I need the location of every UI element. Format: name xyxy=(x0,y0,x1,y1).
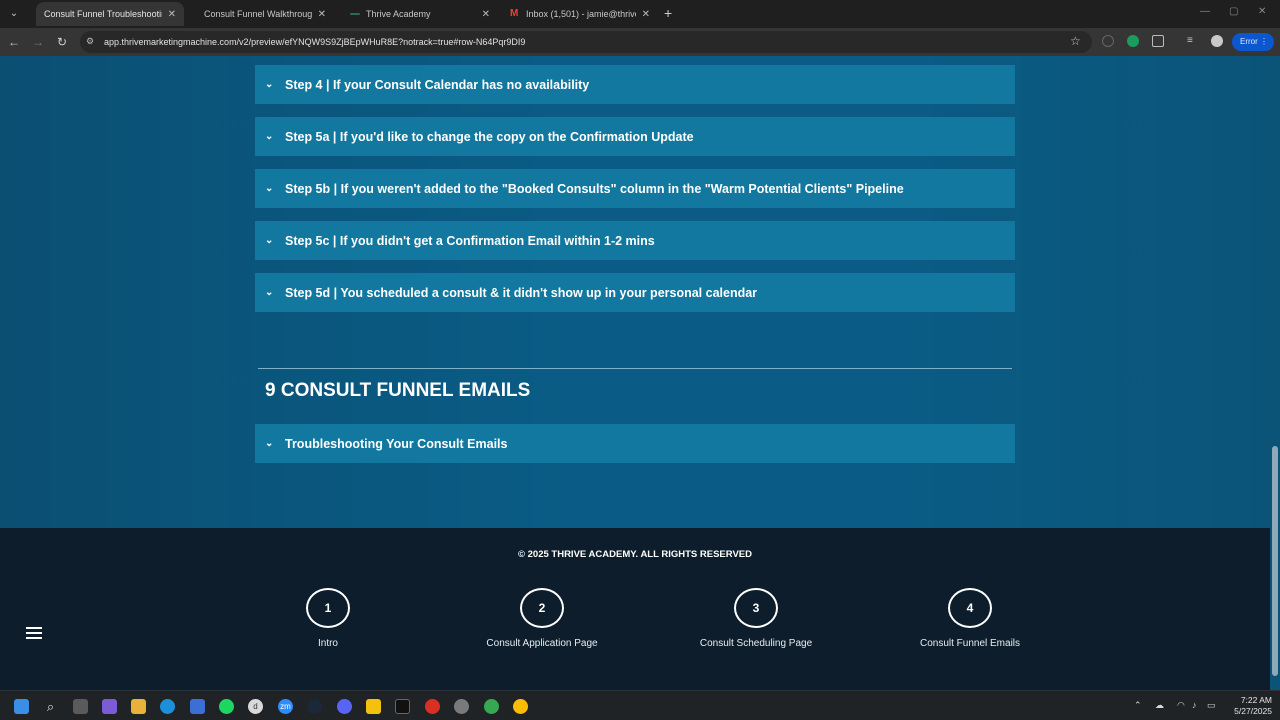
reading-list-icon[interactable]: ≡ xyxy=(1187,35,1199,47)
step-label: Consult Scheduling Page xyxy=(699,638,813,649)
steam-icon[interactable] xyxy=(307,699,322,714)
section-title: 9 CONSULT FUNNEL EMAILS xyxy=(265,380,531,401)
close-tab-icon[interactable]: ✕ xyxy=(482,9,490,20)
tab-search-icon[interactable]: ⌄ xyxy=(6,6,22,22)
step-label: Consult Application Page xyxy=(486,638,598,649)
accordion-label: Step 5a | If you'd like to change the co… xyxy=(285,129,694,144)
profile-avatar-icon[interactable] xyxy=(1211,35,1223,47)
accordion-label: Step 4 | If your Consult Calendar has no… xyxy=(285,77,590,92)
accordion-label: Troubleshooting Your Consult Emails xyxy=(285,436,508,451)
url-text[interactable]: app.thrivemarketingmachine.com/v2/previe… xyxy=(104,37,525,47)
wifi-icon[interactable]: ◠ xyxy=(1177,700,1185,711)
grammarly-icon[interactable] xyxy=(1127,35,1139,47)
dashlane-icon[interactable]: d xyxy=(248,699,263,714)
bookmark-star-icon[interactable]: ☆ xyxy=(1070,34,1081,48)
step-number: 3 xyxy=(734,588,778,628)
settings-gear-icon[interactable] xyxy=(454,699,469,714)
file-explorer-icon[interactable] xyxy=(131,699,146,714)
footer-step-application[interactable]: 2 Consult Application Page xyxy=(472,588,612,650)
accordion-label: Step 5d | You scheduled a consult & it d… xyxy=(285,285,758,300)
step-number: 1 xyxy=(306,588,350,628)
gmail-icon: M xyxy=(510,8,519,19)
accordion-label: Step 5b | If you weren't added to the "B… xyxy=(285,181,904,196)
terminal-icon[interactable] xyxy=(395,699,410,714)
chevron-down-icon: ⌄ xyxy=(265,438,274,449)
battery-icon[interactable]: ▭ xyxy=(1207,700,1216,711)
volume-icon[interactable]: ♪ xyxy=(1192,700,1197,710)
zoom-icon[interactable]: zm xyxy=(278,699,293,714)
tab-title: Thrive Academy xyxy=(366,9,431,19)
tab-consult-funnel-walkthrough[interactable]: Consult Funnel Walkthrough (S ✕ xyxy=(196,2,334,26)
forward-icon[interactable]: → xyxy=(30,34,46,50)
back-icon[interactable]: ← xyxy=(6,34,22,50)
onedrive-icon[interactable]: ☁ xyxy=(1155,700,1164,711)
error-label: Error xyxy=(1240,37,1258,46)
step-label: Intro xyxy=(317,638,338,649)
discord-icon[interactable] xyxy=(337,699,352,714)
accordion-step-5d[interactable]: ⌄ Step 5d | You scheduled a consult & it… xyxy=(255,273,1015,312)
chrome-profile-icon[interactable] xyxy=(484,699,499,714)
page-content: ⌄ Step 4 | If your Consult Calendar has … xyxy=(0,56,1280,690)
hamburger-menu-icon[interactable] xyxy=(26,627,42,641)
extensions-puzzle-icon[interactable] xyxy=(1152,35,1164,47)
chrome-profile-icon[interactable] xyxy=(513,699,528,714)
close-tab-icon[interactable]: ✕ xyxy=(642,9,650,20)
clock-date: 5/27/2025 xyxy=(1234,706,1272,716)
scrollbar-thumb[interactable] xyxy=(1272,446,1278,676)
step-number: 2 xyxy=(520,588,564,628)
tab-consult-funnel-troubleshooting[interactable]: Consult Funnel Troubleshooting ✕ xyxy=(36,2,184,26)
edge-icon[interactable] xyxy=(160,699,175,714)
maximize-icon[interactable]: ▢ xyxy=(1229,6,1238,17)
accordion-label: Step 5c | If you didn't get a Confirmati… xyxy=(285,233,655,248)
copyright-text: © 2025 THRIVE ACADEMY. ALL RIGHTS RESERV… xyxy=(518,549,752,560)
minimize-icon[interactable]: — xyxy=(1200,6,1210,17)
accordion-step-4[interactable]: ⌄ Step 4 | If your Consult Calendar has … xyxy=(255,65,1015,104)
tab-title: Inbox (1,501) - jamie@thrive-ac xyxy=(526,9,636,19)
chevron-down-icon: ⌄ xyxy=(265,287,274,298)
taskbar-clock[interactable]: 7:22 AM 5/27/2025 xyxy=(1222,695,1272,717)
footer: © 2025 THRIVE ACADEMY. ALL RIGHTS RESERV… xyxy=(0,528,1270,690)
footer-step-intro[interactable]: 1 Intro xyxy=(258,588,398,650)
close-window-icon[interactable]: ✕ xyxy=(1258,6,1266,17)
tab-title: Consult Funnel Walkthrough (S xyxy=(204,9,312,19)
browser-tab-bar: ⌄ Consult Funnel Troubleshooting ✕ Consu… xyxy=(0,0,1280,28)
error-button[interactable]: Error ⋮ xyxy=(1232,33,1274,51)
search-icon[interactable]: ⌕ xyxy=(43,699,58,714)
footer-step-scheduling[interactable]: 3 Consult Scheduling Page xyxy=(686,588,826,650)
spotify-icon[interactable] xyxy=(219,699,234,714)
extension-loading-icon[interactable] xyxy=(1102,35,1114,47)
section-divider xyxy=(258,368,1012,369)
step-number: 4 xyxy=(948,588,992,628)
reload-icon[interactable]: ↻ xyxy=(54,34,70,50)
chevron-down-icon: ⌄ xyxy=(265,183,274,194)
chevron-down-icon: ⌄ xyxy=(265,79,274,90)
task-view-icon[interactable] xyxy=(73,699,88,714)
tab-thrive-academy[interactable]: Thrive Academy ✕ xyxy=(342,2,498,26)
thrive-favicon-icon xyxy=(350,13,360,15)
step-label: Consult Funnel Emails xyxy=(919,638,1021,649)
store-icon[interactable] xyxy=(190,699,205,714)
chevron-up-icon[interactable]: ⌃ xyxy=(1134,700,1142,711)
chrome-icon[interactable] xyxy=(425,699,440,714)
page-scrollbar[interactable] xyxy=(1270,56,1280,690)
new-tab-icon[interactable]: + xyxy=(664,5,672,21)
windows-taskbar: ⌕ d zm ⌃ ☁ ◠ ♪ ▭ 7:22 AM 5/27/2025 xyxy=(0,690,1280,720)
accordion-step-5a[interactable]: ⌄ Step 5a | If you'd like to change the … xyxy=(255,117,1015,156)
chevron-down-icon: ⌄ xyxy=(265,131,274,142)
accordion-step-5b[interactable]: ⌄ Step 5b | If you weren't added to the … xyxy=(255,169,1015,208)
windows-start-icon[interactable] xyxy=(14,699,29,714)
close-tab-icon[interactable]: ✕ xyxy=(168,9,176,20)
tab-gmail-inbox[interactable]: M Inbox (1,501) - jamie@thrive-ac ✕ xyxy=(502,2,658,26)
chevron-down-icon: ⌄ xyxy=(265,235,274,246)
accordion-troubleshooting-emails[interactable]: ⌄ Troubleshooting Your Consult Emails xyxy=(255,424,1015,463)
accordion-step-5c[interactable]: ⌄ Step 5c | If you didn't get a Confirma… xyxy=(255,221,1015,260)
sticky-notes-icon[interactable] xyxy=(366,699,381,714)
copilot-icon[interactable] xyxy=(102,699,117,714)
close-tab-icon[interactable]: ✕ xyxy=(318,9,326,20)
tab-title: Consult Funnel Troubleshooting xyxy=(44,9,162,19)
clock-time: 7:22 AM xyxy=(1240,695,1272,705)
footer-step-emails[interactable]: 4 Consult Funnel Emails xyxy=(912,588,1028,650)
site-info-icon[interactable]: ⚙ xyxy=(86,36,94,47)
